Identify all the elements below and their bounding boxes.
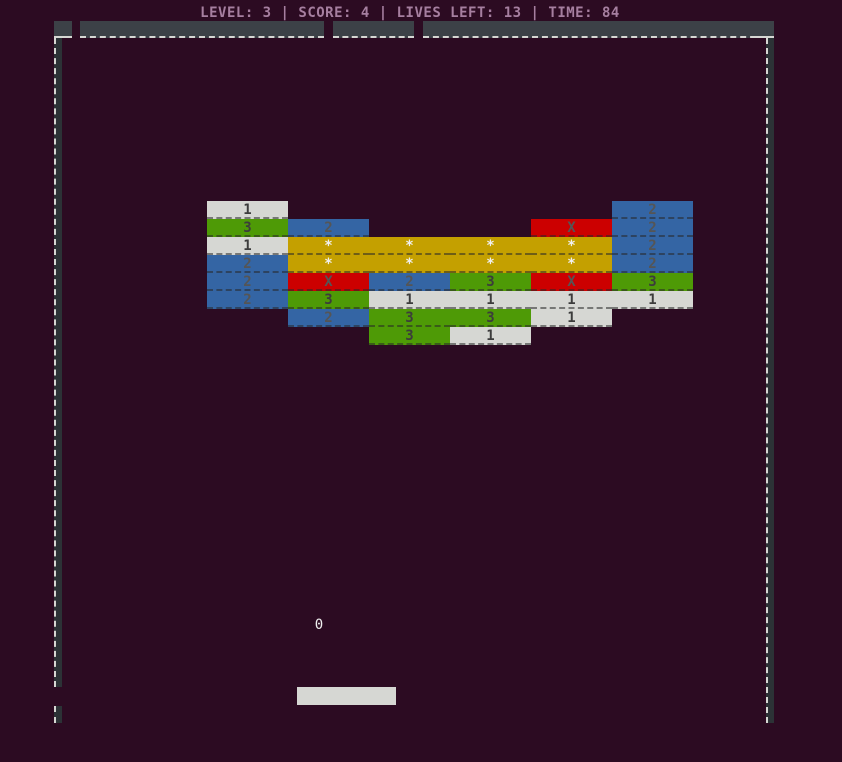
brick: 1 [207,237,288,255]
brick: * [369,255,450,273]
brick: * [531,237,612,255]
status-bar: LEVEL: 3 | SCORE: 4 | LIVES LEFT: 13 | T… [200,5,620,21]
wall-top-segment [80,21,324,38]
brick: 2 [612,219,693,237]
brick: * [450,237,531,255]
brick: 3 [450,309,531,327]
wall-corner-right [756,21,774,38]
brick: 1 [531,291,612,309]
brick: * [531,255,612,273]
brick: X [288,273,369,291]
wall-left-lower [54,706,62,723]
brick: 3 [369,327,450,345]
brick: 2 [612,237,693,255]
brick: 3 [288,291,369,309]
brick: * [288,237,369,255]
brick: 2 [612,255,693,273]
paddle[interactable] [297,687,396,705]
brick: 2 [612,201,693,219]
ball: 0 [314,617,324,633]
brick: 2 [207,273,288,291]
brick: X [531,273,612,291]
brick: 1 [450,291,531,309]
brick: 1 [207,201,288,219]
brick: * [288,255,369,273]
wall-right [766,38,774,723]
brick: 3 [612,273,693,291]
brick: 3 [207,219,288,237]
brick: 1 [450,327,531,345]
brick: 2 [288,309,369,327]
brick: 1 [612,291,693,309]
brick: 2 [369,273,450,291]
brick: 3 [369,309,450,327]
brick: 3 [450,273,531,291]
brick: * [369,237,450,255]
wall-top-segment [333,21,414,38]
brick: 2 [207,291,288,309]
wall-corner-left [54,21,72,38]
brick: 1 [369,291,450,309]
wall-top-segment [423,21,766,38]
brick: 1 [531,309,612,327]
brick: 2 [288,219,369,237]
brick: * [450,255,531,273]
wall-left [54,38,62,687]
brick: 2 [207,255,288,273]
brick: X [531,219,612,237]
